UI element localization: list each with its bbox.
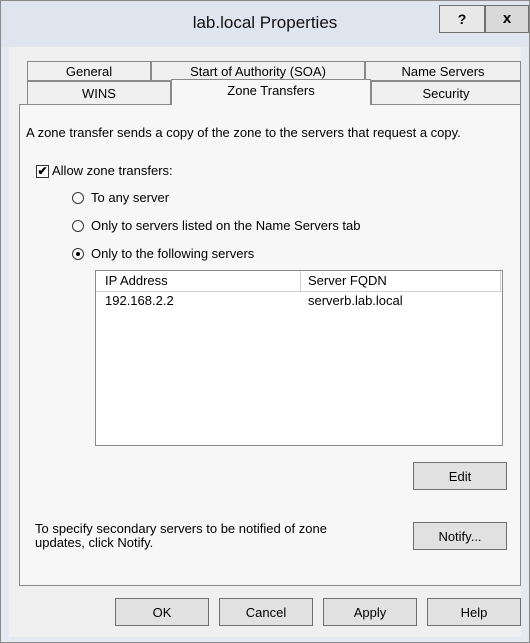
close-button[interactable]: x: [485, 5, 529, 33]
tab-wins[interactable]: WINS: [27, 81, 171, 105]
column-separator[interactable]: [300, 271, 301, 291]
row-ip: 192.168.2.2: [105, 293, 174, 308]
tab-name-servers[interactable]: Name Servers: [365, 61, 521, 81]
notify-text-line2: updates, click Notify.: [35, 535, 154, 550]
radio-name-servers-tab[interactable]: [72, 220, 84, 232]
cancel-button[interactable]: Cancel: [219, 598, 313, 626]
edit-button[interactable]: Edit: [413, 462, 507, 490]
ok-button[interactable]: OK: [115, 598, 209, 626]
allow-zone-transfers-checkbox[interactable]: ✔: [36, 165, 49, 178]
column-separator-end: [500, 271, 501, 291]
dialog-client-area: General Start of Authority (SOA) Name Se…: [9, 47, 521, 637]
column-header-fqdn[interactable]: Server FQDN: [308, 271, 387, 291]
row-fqdn: serverb.lab.local: [308, 293, 403, 308]
notify-text: To specify secondary servers to be notif…: [35, 522, 327, 550]
radio-any-server[interactable]: [72, 192, 84, 204]
radio-following-servers-label: Only to the following servers: [91, 246, 255, 261]
radio-name-servers-tab-label: Only to servers listed on the Name Serve…: [91, 218, 361, 233]
table-row[interactable]: 192.168.2.2 serverb.lab.local: [96, 291, 502, 311]
list-header: IP Address Server FQDN: [96, 271, 502, 292]
allow-zone-transfers-label: Allow zone transfers:: [52, 163, 173, 178]
title-bar: lab.local Properties ? x: [1, 1, 529, 47]
tab-security[interactable]: Security: [371, 81, 521, 105]
tab-zone-transfers[interactable]: Zone Transfers: [171, 79, 371, 105]
apply-button[interactable]: Apply: [323, 598, 417, 626]
zone-transfers-panel: A zone transfer sends a copy of the zone…: [19, 104, 521, 586]
radio-any-server-label: To any server: [91, 190, 170, 205]
notify-button[interactable]: Notify...: [413, 522, 507, 550]
tab-general[interactable]: General: [27, 61, 151, 81]
help-button[interactable]: Help: [427, 598, 521, 626]
servers-list[interactable]: IP Address Server FQDN 192.168.2.2 serve…: [95, 270, 503, 446]
description-text: A zone transfer sends a copy of the zone…: [26, 125, 461, 140]
notify-text-line1: To specify secondary servers to be notif…: [35, 521, 327, 536]
properties-dialog: lab.local Properties ? x General Start o…: [0, 0, 530, 643]
help-title-button[interactable]: ?: [439, 5, 485, 33]
tab-start-of-authority[interactable]: Start of Authority (SOA): [151, 61, 365, 81]
radio-following-servers[interactable]: [72, 248, 84, 260]
column-header-ip[interactable]: IP Address: [105, 271, 168, 291]
